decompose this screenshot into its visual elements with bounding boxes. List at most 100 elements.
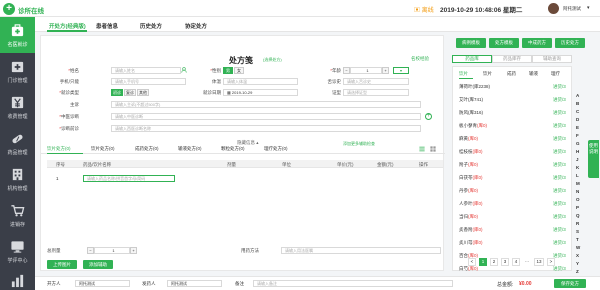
pagination-page[interactable]: 13 xyxy=(534,258,544,266)
pagination-page[interactable]: 4 xyxy=(512,258,520,266)
gender-female-option[interactable]: 女 xyxy=(234,67,244,74)
avatar[interactable] xyxy=(548,3,559,14)
list-item[interactable]: 附子(库0) 进货/3 xyxy=(459,162,569,168)
sidebar-item-billing[interactable]: 收费管理 xyxy=(0,89,35,125)
index-letter[interactable]: B xyxy=(576,101,579,106)
tab-patient-info[interactable]: 患者信息 xyxy=(96,22,118,30)
age-unit-select[interactable]: ▾ xyxy=(393,67,409,74)
rx-tab-granule[interactable]: 颗粒处方(0) xyxy=(221,146,245,152)
sidebar-item-learning[interactable]: 学评中心 xyxy=(0,233,35,269)
index-letter[interactable]: O xyxy=(576,197,580,202)
list-view-icon[interactable] xyxy=(419,146,425,152)
drug-stock-tab[interactable]: 药品库存 xyxy=(492,55,532,63)
rx-tab-patent[interactable]: 成药处方(0) xyxy=(135,146,159,152)
pagination-page[interactable]: 1 xyxy=(479,258,487,266)
list-item[interactable]: 板小蓼青(库0) 进货/3 xyxy=(459,123,569,129)
add-diagnosis-button[interactable]: + xyxy=(425,113,432,120)
visit-type-return[interactable]: 复诊 xyxy=(124,89,136,96)
herb-tab-therapy[interactable]: 理疗 xyxy=(551,71,560,77)
age-decrement-button[interactable]: − xyxy=(343,67,350,74)
add-auxiliary-button[interactable]: 添加辅助 xyxy=(83,260,113,269)
usage-input[interactable]: 请输入用法医嘱 xyxy=(281,247,441,254)
tab-history[interactable]: 历史处方 xyxy=(140,22,162,30)
rx-tab-herbal[interactable]: 饮片处方(0) xyxy=(47,146,71,152)
list-item[interactable]: 白芍(库0) 进货/3 xyxy=(459,266,569,272)
herb-tab-patent[interactable]: 成药 xyxy=(507,71,516,77)
sidebar-item-consult[interactable]: 名医就诊 xyxy=(0,17,35,53)
tab-agreement[interactable]: 协定处方 xyxy=(185,22,207,30)
sidebar-item-inventory[interactable]: 进销存 xyxy=(0,197,35,233)
dose-decrement-button[interactable]: − xyxy=(87,247,94,254)
sidebar-item-pharmacy[interactable]: 药品管理 xyxy=(0,125,35,161)
index-letter[interactable]: G xyxy=(576,141,580,146)
phone-input[interactable]: 请输入手机号 xyxy=(111,78,186,85)
herb-tab-infusion[interactable]: 输液 xyxy=(529,71,538,77)
grid-view-icon[interactable] xyxy=(430,146,436,152)
index-letter[interactable]: M xyxy=(576,181,580,186)
sidebar-item-org[interactable]: 机构管理 xyxy=(0,161,35,197)
index-letter[interactable]: Q xyxy=(576,213,580,218)
age-increment-button[interactable]: + xyxy=(382,67,389,74)
list-item[interactable]: 防风(库316) 进货/3 xyxy=(459,110,569,116)
help-side-tab[interactable]: 使用说明 xyxy=(588,140,599,178)
list-item[interactable]: 薄荷叶(库2238) 进货/3 xyxy=(459,84,569,90)
herb-tab-pieces-2[interactable]: 饮片 xyxy=(483,71,492,77)
select-prescription-link[interactable]: (选择处方) xyxy=(263,57,282,63)
index-letter[interactable]: A xyxy=(576,93,579,98)
gender-male-option[interactable]: 男 xyxy=(223,67,233,74)
list-item[interactable]: 炙川芎(库0) 进货/3 xyxy=(459,240,569,246)
index-letter[interactable]: E xyxy=(576,125,579,130)
pagination-page[interactable]: < xyxy=(468,258,476,266)
list-item[interactable]: 麻黄(库0) 进货/3 xyxy=(459,136,569,142)
herb-tab-pieces[interactable]: 饮片 xyxy=(459,71,468,77)
rx-tab-infusion[interactable]: 输液处方(0) xyxy=(178,146,202,152)
pagination-next[interactable]: > xyxy=(547,258,555,266)
index-letter[interactable]: X xyxy=(576,253,579,258)
chief-input[interactable]: 请输入主诉(不超过500字) xyxy=(111,101,421,108)
visit-date-input[interactable]: ▦ 2019-10-29 xyxy=(223,89,298,96)
name-input[interactable]: 请输入姓名 xyxy=(111,67,181,74)
index-letter[interactable]: P xyxy=(576,205,579,210)
history-rx-button[interactable]: 历史处方 xyxy=(555,38,585,48)
list-item[interactable]: 桂枝枝(库0) 进货/3 xyxy=(459,149,569,155)
doctor-select[interactable]: 阿托测试 xyxy=(75,280,130,287)
sidebar-item-stats[interactable] xyxy=(0,269,35,290)
index-letter[interactable]: H xyxy=(576,149,579,154)
visit-type-other[interactable]: 其他 xyxy=(137,89,149,96)
dispenser-select[interactable]: 阿托测试 xyxy=(167,280,222,287)
index-letter[interactable]: L xyxy=(576,173,579,178)
list-item[interactable]: 白茯苓(库0) 进货/3 xyxy=(459,175,569,181)
expert-experience-link[interactable]: 名校经验 xyxy=(411,56,429,62)
list-item[interactable]: 丹参(库0) 进货/3 xyxy=(459,188,569,194)
case-template-button[interactable]: 病例模板 xyxy=(456,38,486,48)
upload-image-button[interactable]: 上传图片 xyxy=(47,260,77,269)
temp-input[interactable]: 请输入体温 xyxy=(223,78,298,85)
index-letter[interactable]: K xyxy=(576,165,579,170)
index-letter[interactable]: D xyxy=(576,117,579,122)
dose-increment-button[interactable]: + xyxy=(130,247,137,254)
syndrome-select[interactable]: 请选择证型 xyxy=(343,89,409,96)
patent-med-button[interactable]: 中成药方 xyxy=(522,38,552,48)
index-letter[interactable]: Z xyxy=(576,269,579,274)
index-letter[interactable]: J xyxy=(576,157,579,162)
visit-type-first[interactable]: 初诊 xyxy=(111,89,123,96)
tab-prescribe[interactable]: 开处方(经典版) xyxy=(49,22,86,30)
aux-query-tab[interactable]: 辅助查询 xyxy=(532,55,572,63)
wm-input[interactable]: 请输入西医诊断名称 xyxy=(111,125,421,132)
drug-library-tab[interactable]: 药品库 xyxy=(452,55,492,63)
list-item[interactable]: 艾叶(库741) 进货/3 xyxy=(459,97,569,103)
user-search-icon[interactable] xyxy=(181,67,187,73)
chevron-down-icon[interactable]: ▾ xyxy=(587,5,590,11)
pulse-input[interactable]: 请输入舌诊史 xyxy=(343,78,409,85)
rx-tab-therapy[interactable]: 理疗处方(0) xyxy=(264,146,288,152)
list-item[interactable]: 人参叶(库0) 进货/3 xyxy=(459,201,569,207)
index-letter[interactable]: C xyxy=(576,109,579,114)
index-letter[interactable]: R xyxy=(576,221,579,226)
rx-template-button[interactable]: 处方模板 xyxy=(489,38,519,48)
index-letter[interactable]: Y xyxy=(576,261,579,266)
list-item[interactable]: 炙香附(库0) 进货/3 xyxy=(459,227,569,233)
index-letter[interactable]: W xyxy=(576,245,580,250)
pagination-page[interactable]: 2 xyxy=(490,258,498,266)
tcm-input[interactable]: 请输入中医诊断 xyxy=(111,113,421,120)
sidebar-item-clinic[interactable]: 门诊管理 xyxy=(0,53,35,89)
